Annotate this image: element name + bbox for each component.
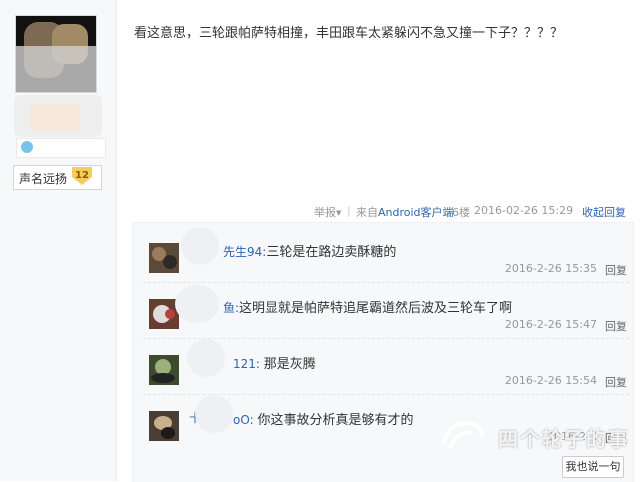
reply-text: 这明显就是帕萨特追尾霸道然后波及三轮车了啊 <box>239 301 513 316</box>
reply-time: 2016-2-26 15:35 <box>504 262 597 275</box>
collapse-replies-link[interactable]: 收起回复 <box>582 204 626 220</box>
member-badge[interactable] <box>16 138 106 158</box>
gem-icon <box>21 141 33 153</box>
reply-list: 先生94:三轮是在路边卖酥糖的 2016-2-26 15:35 回复 鱼:这明显… <box>132 222 634 482</box>
floor-number: 6楼 <box>452 206 470 219</box>
fame-level-icon: 12 <box>72 167 92 185</box>
blurred-username <box>181 227 219 265</box>
reply-time: 2016-2-26 15:47 <box>504 318 597 331</box>
blurred-username <box>175 285 219 323</box>
reply-item: 鱼:这明显就是帕萨特追尾霸道然后波及三轮车了啊 2016-2-26 15:47 … <box>133 283 633 339</box>
reply-username-suffix[interactable]: oO: <box>233 413 254 427</box>
fame-badge[interactable]: 声名远扬 12 <box>13 165 102 190</box>
reply-button[interactable]: 回复 <box>605 374 627 390</box>
post-date: 2016-02-26 15:29 <box>474 204 574 217</box>
author-avatar[interactable] <box>15 15 97 93</box>
reply-username[interactable]: 鱼: <box>223 301 239 315</box>
reply-text: 那是灰腾 <box>263 357 316 372</box>
reply-item: 十 oO: 你这事故分析真是够有才的 2016-2-2 回复 <box>133 395 633 451</box>
reply-button[interactable]: 回复 <box>605 262 627 278</box>
fame-label: 声名远扬 <box>19 172 68 186</box>
reply-avatar[interactable] <box>149 355 179 385</box>
reply-avatar[interactable] <box>149 243 179 273</box>
reply-avatar[interactable] <box>149 411 179 441</box>
post-content: 看这意思，三轮跟帕萨特相撞，丰田跟车太紧躲闪不急又撞一下子？？？？ <box>134 26 564 41</box>
report-link[interactable]: 举报▼ <box>314 204 341 220</box>
blurred-username <box>187 339 225 377</box>
reply-text: 你这事故分析真是够有才的 <box>257 413 414 428</box>
say-something-button[interactable]: 我也说一句 <box>562 456 624 478</box>
reply-time: 2016-2-26 15:54 <box>504 374 597 387</box>
reply-button[interactable]: 回复 <box>605 318 627 334</box>
reply-text: 三轮是在路边卖酥糖的 <box>266 245 397 260</box>
reply-username[interactable]: 121: <box>233 357 260 371</box>
reply-button[interactable]: 回复 <box>605 430 627 446</box>
android-client-link[interactable]: Android客户端 <box>378 206 454 219</box>
post-source: 来自Android客户端 <box>356 206 454 219</box>
reply-item: 先生94:三轮是在路边卖酥糖的 2016-2-26 15:35 回复 <box>133 227 633 283</box>
author-panel: 声名远扬 12 <box>0 0 117 481</box>
meta-separator: | <box>347 204 351 217</box>
caret-down-icon: ▼ <box>336 209 342 217</box>
blurred-username <box>195 395 233 433</box>
reply-username[interactable]: 先生94: <box>223 245 266 259</box>
reply-time: 2016-2-2 <box>547 430 597 443</box>
reply-item: 121: 那是灰腾 2016-2-26 15:54 回复 <box>133 339 633 395</box>
